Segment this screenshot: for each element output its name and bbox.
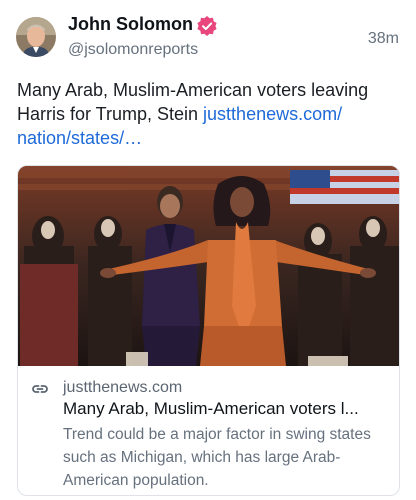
link-icon (31, 380, 49, 398)
link-preview-card[interactable]: justthenews.com Many Arab, Muslim-Americ… (17, 165, 400, 496)
post-link-line-1[interactable]: justthenews.com/ (203, 104, 342, 124)
link-preview-image[interactable] (18, 166, 399, 366)
post-link-line-2[interactable]: nation/states/… (17, 128, 142, 148)
link-preview-meta[interactable]: justthenews.com Many Arab, Muslim-Americ… (18, 366, 399, 495)
author-handle[interactable]: @jsolomonreports (68, 41, 198, 59)
avatar[interactable] (16, 17, 56, 57)
link-preview-description: Trend could be a major factor in swing s… (63, 426, 371, 489)
link-preview-title[interactable]: Many Arab, Muslim-American voters l... (63, 399, 389, 419)
link-preview-domain: justthenews.com (63, 379, 183, 396)
post-timestamp: 38m (367, 30, 399, 47)
verified-badge-icon (196, 15, 218, 37)
author-name[interactable]: John Solomon (68, 14, 193, 35)
post-text: Many Arab, Muslim-American voters leavin… (17, 78, 402, 150)
post[interactable]: John Solomon @jsolomonreports 38m Many A… (0, 0, 416, 500)
